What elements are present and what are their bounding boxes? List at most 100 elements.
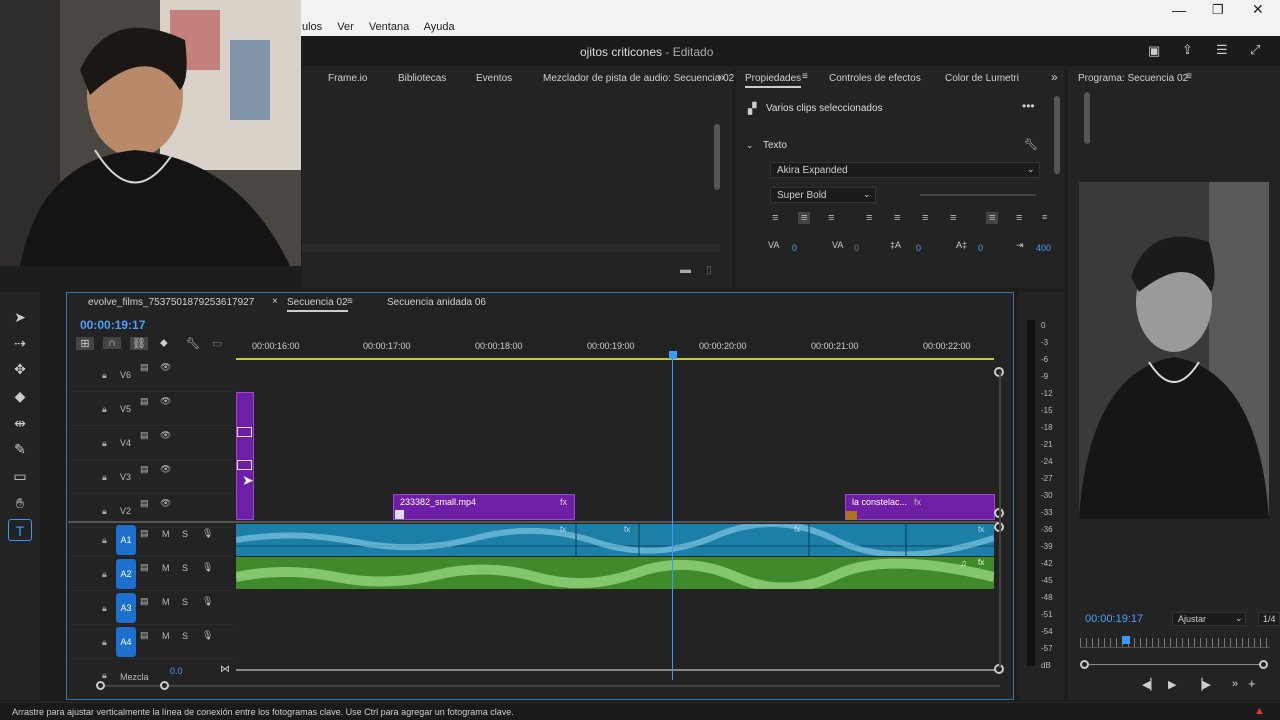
home-icon[interactable]: ▣ [1148,43,1160,59]
audio-clip-a1[interactable]: fx fx fx fx [235,521,995,558]
lock-icon[interactable]: 🔒︎ [102,404,107,415]
scrollbar[interactable] [1084,92,1090,144]
more-options-icon[interactable]: ••• [1022,99,1035,113]
vscroll-track[interactable] [999,372,1001,668]
close-icon[interactable]: ✕ [1252,1,1264,18]
nest-icon[interactable]: ⊞ [76,337,94,350]
type-tool-icon[interactable]: T [8,519,32,541]
more-tabs-icon[interactable]: » [1051,70,1058,84]
valign-top-icon[interactable]: ≡ [986,212,999,224]
tab-secuencia-02[interactable]: Secuencia 02 [287,297,348,312]
program-zoom-handle[interactable] [1080,660,1089,669]
solo-button[interactable]: S [182,597,188,607]
solo-button[interactable]: S [182,529,188,539]
fullscreen-icon[interactable]: ⤢ [1250,42,1260,58]
lock-icon[interactable]: 🔒︎ [102,506,107,517]
align-center-icon[interactable]: ≡ [798,212,811,224]
trash-icon[interactable]: ▯ [706,263,712,276]
share-icon[interactable]: ⇪ [1182,42,1193,58]
solo-button[interactable]: S [182,631,188,641]
mic-icon[interactable]: 🎙︎ [202,630,213,641]
font-select[interactable]: Akira Expanded ⌄ [770,162,1040,178]
warning-icon[interactable]: ▲ [1254,705,1265,717]
sync-icon[interactable]: ▤ [140,528,149,539]
lock-icon[interactable]: 🔒︎ [102,370,107,381]
lock-icon[interactable]: 🔒︎ [102,472,107,483]
justify-all-icon[interactable]: ≡ [950,212,956,224]
align-right-icon[interactable]: ≡ [828,212,834,224]
tab-controles-efectos[interactable]: Controles de efectos [829,73,921,84]
captions-icon[interactable]: ▭ [212,337,222,350]
justify-center-icon[interactable]: ≡ [894,212,900,224]
close-tab-icon[interactable]: × [272,296,278,307]
sync-icon[interactable]: ▤ [140,430,149,441]
minimize-icon[interactable]: — [1172,2,1186,18]
eye-icon[interactable]: 👁︎ [160,396,171,407]
tracking-value[interactable]: 0 [854,243,859,253]
slip-tool-icon[interactable]: ⇹ [8,412,32,434]
program-scrollbar[interactable] [1084,664,1264,665]
scrollbar[interactable] [1054,96,1060,174]
more-controls-icon[interactable]: » [1232,678,1238,690]
solo-button[interactable]: S [182,563,188,573]
ripple-edit-tool-icon[interactable]: ✥ [8,358,32,380]
menu-item-ver[interactable]: Ver [337,21,354,33]
mute-button[interactable]: M [162,631,170,641]
valign-center-icon[interactable]: ≡ [1016,212,1022,224]
snap-icon[interactable]: ∩ [103,337,121,349]
audio-clip-a2[interactable]: ♫ fx [235,557,996,593]
video-clip[interactable]: la constelac... fx [845,494,995,520]
eye-icon[interactable]: 👁︎ [160,464,171,475]
track-target-a3[interactable]: A3 [116,593,136,623]
eye-icon[interactable]: 👁︎ [160,430,171,441]
justify-right-icon[interactable]: ≡ [922,212,928,224]
hzoom-handle-left[interactable] [96,681,105,690]
video-clip-stack[interactable] [236,392,254,520]
mute-button[interactable]: M [162,597,170,607]
timeline-settings-icon[interactable]: 🔧︎ [186,337,200,350]
resolution-select[interactable]: 1/4 [1258,612,1280,626]
lock-icon[interactable]: 🔒︎ [102,670,107,681]
hand-tool-icon[interactable]: ✋︎ [8,492,32,514]
timeline-timecode[interactable]: 00:00:19:17 [80,318,145,332]
program-timecode[interactable]: 00:00:19:17 [1085,613,1143,625]
track-select-tool-icon[interactable]: ⇢ [8,332,32,354]
restore-icon[interactable]: ❐ [1212,2,1224,18]
step-back-icon[interactable]: ◀▏ [1142,678,1159,691]
lock-icon[interactable]: 🔒︎ [102,438,107,449]
sync-icon[interactable]: ▤ [140,362,149,373]
menu-item-titulos[interactable]: ulos [302,21,322,33]
tab-lumetri[interactable]: Color de Lumetri [945,73,1019,84]
chevron-down-icon[interactable]: ⌄ [746,140,754,151]
play-icon[interactable]: ▶ [1168,678,1176,691]
more-tabs-icon[interactable]: » [718,70,725,84]
hscroll-track[interactable] [100,685,1000,687]
workspaces-icon[interactable]: ☰ [1216,42,1228,58]
align-left-icon[interactable]: ≡ [772,212,778,224]
mic-icon[interactable]: 🎙︎ [202,562,213,573]
sync-icon[interactable]: ▤ [140,396,149,407]
mic-icon[interactable]: 🎙︎ [202,528,213,539]
tab-secuencia-anidada[interactable]: Secuencia anidada 06 [387,297,486,308]
tsume-value[interactable]: 400 [1036,243,1051,253]
tab-audio-mixer[interactable]: Mezclador de pista de audio: Secuencia 0… [543,73,734,84]
program-title[interactable]: Programa: Secuencia 02 [1078,73,1188,84]
lock-icon[interactable]: 🔒︎ [102,535,107,546]
font-weight-select[interactable]: Super Bold ⌄ [770,187,876,203]
track-target-a4[interactable]: A4 [116,627,136,657]
work-area-bar[interactable] [236,358,994,360]
mute-button[interactable]: M [162,529,170,539]
fit-select[interactable]: Ajustar ⌄ [1172,612,1246,626]
sync-icon[interactable]: ▤ [140,596,149,607]
tab-eventos[interactable]: Eventos [476,73,512,84]
razor-tool-icon[interactable]: ◆ [8,385,32,407]
rectangle-tool-icon[interactable]: ▭ [8,465,32,487]
eye-icon[interactable]: 👁︎ [160,498,171,509]
tab-sequence-evolve[interactable]: evolve_films_7537501879253617927 [88,297,254,308]
h-scrollbar[interactable] [302,244,720,252]
video-clip[interactable]: 233382_small.mp4 fx [393,494,575,520]
hzoom-handle-right[interactable] [160,681,169,690]
lock-icon[interactable]: 🔒︎ [102,569,107,580]
baseline-value[interactable]: 0 [978,243,983,253]
tab-menu-icon[interactable]: ≡ [347,296,353,307]
